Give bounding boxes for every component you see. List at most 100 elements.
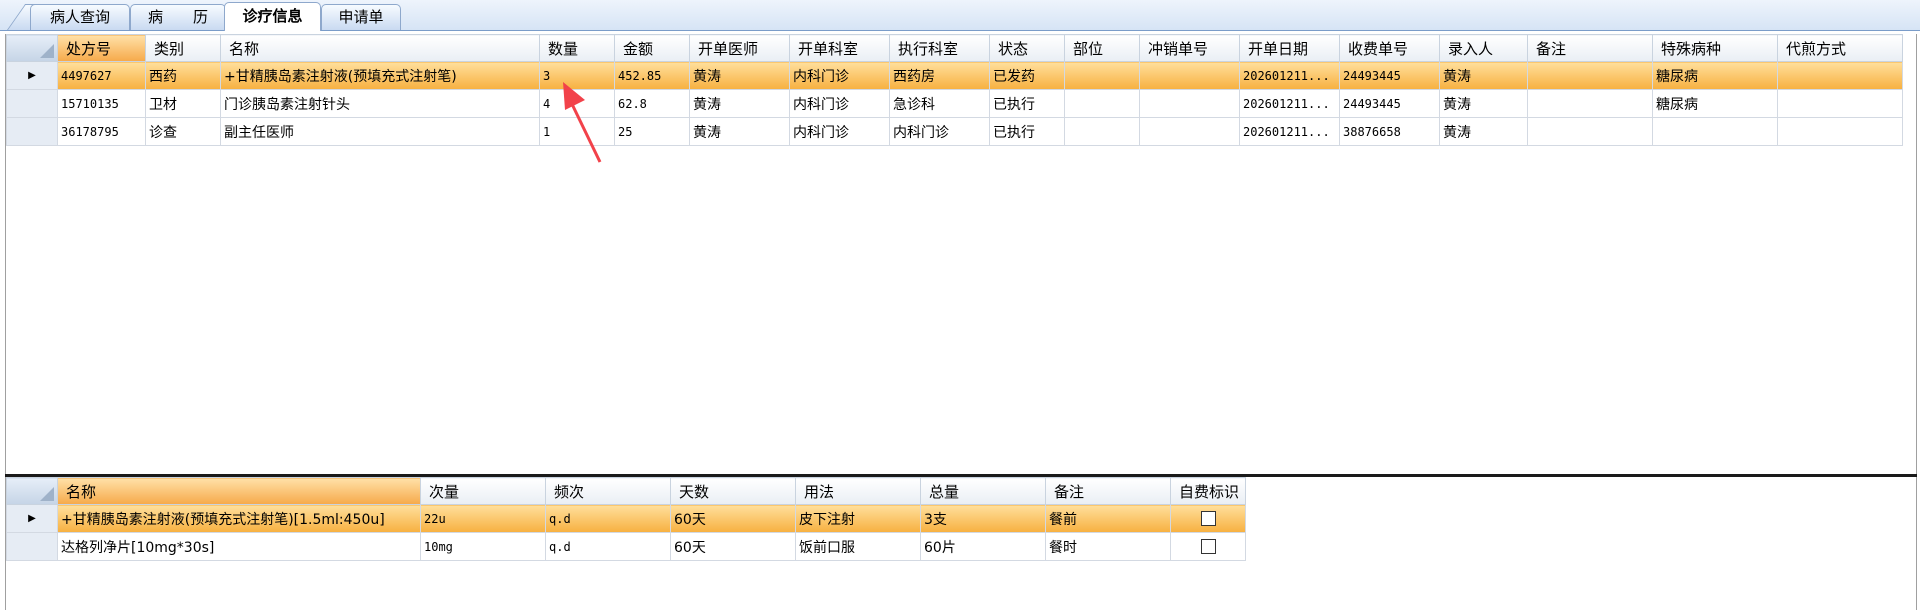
cell-decoction-method[interactable] (1777, 61, 1903, 90)
cell-drug-name[interactable]: +甘精胰岛素注射液(预填充式注射笔)[1.5ml:450u] (57, 504, 421, 533)
cell-status[interactable]: 已发药 (989, 61, 1065, 90)
cell-order-date[interactable]: 202601211... (1239, 117, 1340, 146)
tab-medical-record[interactable]: 病 历 (130, 4, 226, 30)
cell-name[interactable]: 副主任医师 (220, 117, 540, 146)
cell-total[interactable]: 3支 (920, 504, 1046, 533)
cell-prescription-no[interactable]: 15710135 (57, 89, 146, 118)
col-header-frequency[interactable]: 频次 (545, 477, 671, 505)
col-header-note[interactable]: 备注 (1045, 477, 1171, 505)
cell-dose[interactable]: 22u (420, 504, 546, 533)
table-row[interactable]: ▶ 4497627 西药 +甘精胰岛素注射液(预填充式注射笔) 3 452.85… (6, 61, 1903, 90)
cell-receipt-no[interactable]: 38876658 (1339, 117, 1440, 146)
self-pay-checkbox[interactable] (1201, 511, 1216, 526)
cell-note[interactable]: 餐时 (1045, 532, 1171, 561)
cell-site[interactable] (1064, 61, 1140, 90)
col-header-amount[interactable]: 金额 (614, 34, 690, 62)
cell-receipt-no[interactable]: 24493445 (1339, 61, 1440, 90)
cell-ordering-doctor[interactable]: 黄涛 (689, 117, 790, 146)
col-header-entered-by[interactable]: 录入人 (1439, 34, 1528, 62)
table-row[interactable]: 15710135 卫材 门诊胰岛素注射针头 4 62.8 黄涛 内科门诊 急诊科… (6, 89, 1903, 118)
col-header-usage[interactable]: 用法 (795, 477, 921, 505)
cell-dose[interactable]: 10mg (420, 532, 546, 561)
row-indicator[interactable] (6, 117, 58, 146)
cell-site[interactable] (1064, 117, 1140, 146)
cell-receipt-no[interactable]: 24493445 (1339, 89, 1440, 118)
cell-decoction-method[interactable] (1777, 117, 1903, 146)
cell-entered-by[interactable]: 黄涛 (1439, 117, 1528, 146)
row-indicator-arrow-icon[interactable]: ▶ (6, 61, 58, 90)
cell-quantity[interactable]: 3 (539, 61, 615, 90)
cell-amount[interactable]: 62.8 (614, 89, 690, 118)
cell-status[interactable]: 已执行 (989, 117, 1065, 146)
col-header-category[interactable]: 类别 (145, 34, 221, 62)
row-indicator[interactable] (6, 532, 58, 561)
col-header-site[interactable]: 部位 (1064, 34, 1140, 62)
col-header-quantity[interactable]: 数量 (539, 34, 615, 62)
cell-days[interactable]: 60天 (670, 532, 796, 561)
cell-category[interactable]: 诊查 (145, 117, 221, 146)
cell-category[interactable]: 卫材 (145, 89, 221, 118)
row-indicator-arrow-icon[interactable]: ▶ (6, 504, 58, 533)
cell-category[interactable]: 西药 (145, 61, 221, 90)
row-indicator[interactable] (6, 89, 58, 118)
cell-remarks[interactable] (1527, 89, 1653, 118)
col-header-ordering-doctor[interactable]: 开单医师 (689, 34, 790, 62)
cell-reversal-no[interactable] (1139, 61, 1240, 90)
cell-ordering-dept[interactable]: 内科门诊 (789, 117, 890, 146)
cell-executing-dept[interactable]: 急诊科 (889, 89, 990, 118)
cell-ordering-doctor[interactable]: 黄涛 (689, 89, 790, 118)
cell-status[interactable]: 已执行 (989, 89, 1065, 118)
self-pay-checkbox[interactable] (1201, 539, 1216, 554)
col-header-special-disease[interactable]: 特殊病种 (1652, 34, 1778, 62)
cell-prescription-no[interactable]: 4497627 (57, 61, 146, 90)
cell-quantity[interactable]: 1 (539, 117, 615, 146)
cell-name[interactable]: 门诊胰岛素注射针头 (220, 89, 540, 118)
cell-decoction-method[interactable] (1777, 89, 1903, 118)
cell-special-disease[interactable]: 糖尿病 (1652, 89, 1778, 118)
col-header-executing-dept[interactable]: 执行科室 (889, 34, 990, 62)
cell-reversal-no[interactable] (1139, 89, 1240, 118)
col-header-drug-name[interactable]: 名称 (57, 477, 421, 505)
cell-entered-by[interactable]: 黄涛 (1439, 61, 1528, 90)
col-header-receipt-no[interactable]: 收费单号 (1339, 34, 1440, 62)
col-header-status[interactable]: 状态 (989, 34, 1065, 62)
tab-treatment-info[interactable]: 诊疗信息 (224, 2, 321, 31)
table-row[interactable]: ▶ +甘精胰岛素注射液(预填充式注射笔)[1.5ml:450u] 22u q.d… (6, 504, 1246, 533)
cell-frequency[interactable]: q.d (545, 504, 671, 533)
col-header-self-pay[interactable]: 自费标识 (1170, 477, 1246, 505)
cell-note[interactable]: 餐前 (1045, 504, 1171, 533)
cell-order-date[interactable]: 202601211... (1239, 89, 1340, 118)
cell-ordering-doctor[interactable]: 黄涛 (689, 61, 790, 90)
col-header-ordering-dept[interactable]: 开单科室 (789, 34, 890, 62)
cell-entered-by[interactable]: 黄涛 (1439, 89, 1528, 118)
cell-reversal-no[interactable] (1139, 117, 1240, 146)
cell-order-date[interactable]: 202601211... (1239, 61, 1340, 90)
col-header-decoction-method[interactable]: 代煎方式 (1777, 34, 1903, 62)
cell-remarks[interactable] (1527, 117, 1653, 146)
orders-select-all-corner[interactable] (6, 34, 58, 62)
col-header-name[interactable]: 名称 (220, 34, 540, 62)
cell-amount[interactable]: 452.85 (614, 61, 690, 90)
col-header-remarks[interactable]: 备注 (1527, 34, 1653, 62)
cell-usage[interactable]: 皮下注射 (795, 504, 921, 533)
cell-special-disease[interactable]: 糖尿病 (1652, 61, 1778, 90)
cell-name[interactable]: +甘精胰岛素注射液(预填充式注射笔) (220, 61, 540, 90)
cell-frequency[interactable]: q.d (545, 532, 671, 561)
cell-quantity[interactable]: 4 (539, 89, 615, 118)
cell-ordering-dept[interactable]: 内科门诊 (789, 61, 890, 90)
cell-executing-dept[interactable]: 西药房 (889, 61, 990, 90)
cell-days[interactable]: 60天 (670, 504, 796, 533)
table-row[interactable]: 36178795 诊查 副主任医师 1 25 黄涛 内科门诊 内科门诊 已执行 … (6, 117, 1903, 146)
cell-special-disease[interactable] (1652, 117, 1778, 146)
table-row[interactable]: 达格列净片[10mg*30s] 10mg q.d 60天 饭前口服 60片 餐时 (6, 532, 1246, 561)
col-header-prescription-no[interactable]: 处方号 (57, 34, 146, 62)
cell-drug-name[interactable]: 达格列净片[10mg*30s] (57, 532, 421, 561)
col-header-total[interactable]: 总量 (920, 477, 1046, 505)
details-select-all-corner[interactable] (6, 477, 58, 505)
cell-usage[interactable]: 饭前口服 (795, 532, 921, 561)
cell-amount[interactable]: 25 (614, 117, 690, 146)
col-header-order-date[interactable]: 开单日期 (1239, 34, 1340, 62)
tab-patient-query[interactable]: 病人查询 (30, 4, 130, 30)
cell-remarks[interactable] (1527, 61, 1653, 90)
cell-ordering-dept[interactable]: 内科门诊 (789, 89, 890, 118)
